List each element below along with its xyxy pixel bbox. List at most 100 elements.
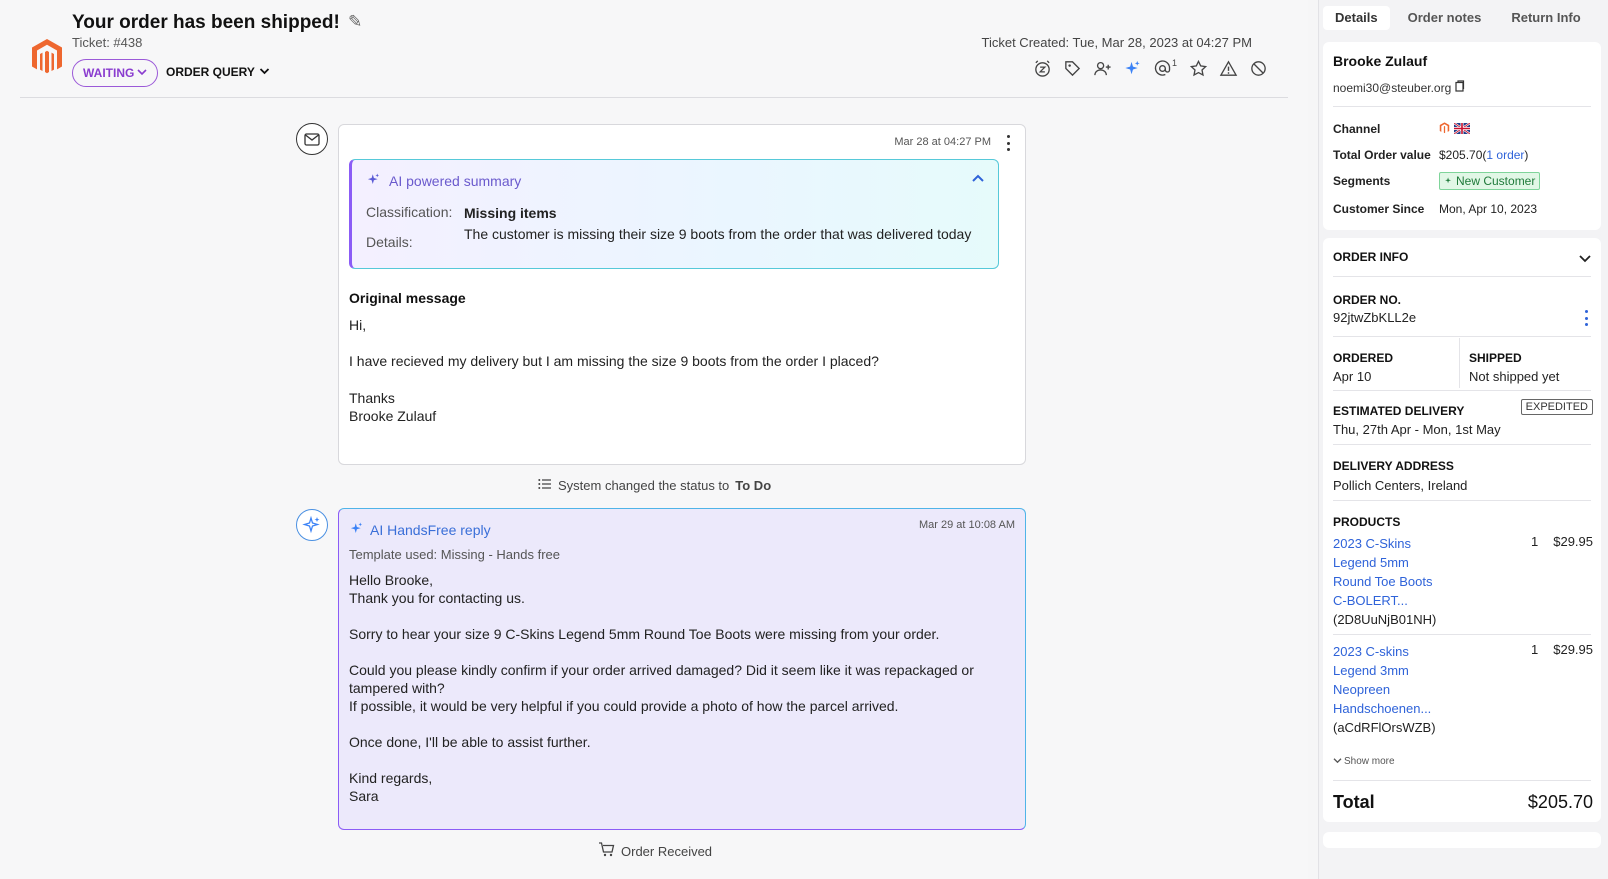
block-icon[interactable]	[1248, 58, 1268, 78]
channel-label: Channel	[1333, 122, 1381, 136]
ai-reply-header: AI HandsFree reply	[349, 521, 491, 539]
chevron-up-icon[interactable]	[972, 172, 984, 187]
original-message-heading: Original message	[349, 290, 466, 306]
customer-since-value: Mon, Apr 10, 2023	[1439, 202, 1538, 216]
warning-icon[interactable]	[1218, 58, 1238, 78]
mention-icon[interactable]: 1	[1152, 58, 1178, 78]
ai-reply-card: AI HandsFree reply Mar 29 at 10:08 AM Te…	[338, 508, 1026, 830]
customer-details-panel: Brooke Zulauf noemi30@steuber.org Channe…	[1323, 42, 1601, 230]
reply-line: Kind regards,	[349, 770, 433, 786]
product-name-line: C-BOLERT...	[1333, 593, 1408, 608]
order-no-label: ORDER NO.	[1333, 293, 1402, 307]
tab-order-notes[interactable]: Order notes	[1396, 6, 1494, 30]
query-type-dropdown[interactable]: ORDER QUERY	[166, 65, 270, 79]
channel-value	[1439, 121, 1471, 137]
product-qty: 1	[1531, 642, 1539, 657]
delivery-address-label: DELIVERY ADDRESS	[1333, 459, 1454, 473]
product-name-line: Legend 3mm	[1333, 663, 1409, 678]
ai-sparkle-icon	[366, 172, 381, 190]
details-label: Details:	[366, 234, 413, 250]
product-price: $29.95	[1553, 534, 1593, 549]
product-sku: (2D8UuNjB01NH)	[1333, 612, 1437, 627]
star-icon[interactable]	[1188, 58, 1208, 78]
order-received-event: Order Received	[598, 842, 712, 860]
product-name-line: Legend 5mm	[1333, 555, 1409, 570]
system-status-event: System changed the status to To Do	[538, 478, 771, 493]
order-options-icon[interactable]	[1583, 310, 1589, 326]
product-name-line: 2023 C-Skins	[1333, 536, 1412, 551]
ai-summary-header[interactable]: AI powered summary	[366, 172, 521, 190]
product-item[interactable]: 2023 C-Skins Legend 5mm Round Toe Boots …	[1333, 534, 1453, 629]
chevron-down-icon	[259, 65, 270, 79]
ticket-created-date: Ticket Created: Tue, Mar 28, 2023 at 04:…	[981, 35, 1253, 50]
customer-email: noemi30@steuber.org	[1333, 80, 1452, 95]
message-line: Hi,	[349, 317, 367, 333]
product-name-line: Round Toe Boots	[1333, 574, 1433, 589]
new-customer-badge: New Customer	[1439, 172, 1541, 190]
customer-sidebar: Details Order notes Return Info Brooke Z…	[1318, 0, 1608, 879]
ticket-number: Ticket: #438	[72, 35, 143, 50]
classification-value: Missing items	[464, 205, 557, 221]
order-info-panel: ORDER INFO ORDER NO. 92jtwZbKLL2e ORDERE…	[1323, 238, 1601, 822]
show-more-button[interactable]: Show more	[1333, 756, 1395, 767]
sparkle-icon	[1444, 174, 1453, 188]
product-name-line: Handschoenen...	[1333, 701, 1432, 716]
total-order-value-label: Total Order value	[1333, 148, 1431, 162]
order-total-label: Total	[1333, 792, 1375, 812]
status-label: WAITING	[83, 65, 135, 80]
ai-agent-avatar-icon	[296, 509, 328, 541]
snooze-icon[interactable]	[1032, 58, 1052, 78]
system-event-text: System changed the status to	[558, 478, 730, 493]
delivery-address-link[interactable]: Pollich Centers, Ireland	[1333, 478, 1467, 493]
email-channel-icon	[296, 123, 328, 155]
tab-details[interactable]: Details	[1323, 6, 1390, 30]
copy-icon[interactable]	[1455, 80, 1465, 95]
chevron-down-icon[interactable]	[1579, 250, 1591, 268]
segments-label: Segments	[1333, 174, 1391, 188]
ai-reply-title: AI HandsFree reply	[370, 522, 491, 538]
order-info-title: ORDER INFO	[1333, 250, 1409, 264]
ordered-label: ORDERED	[1333, 351, 1394, 365]
segments-value: New Customer	[1439, 172, 1541, 190]
ticket-header: Your order has been shipped! ✎ Ticket: #…	[20, 0, 1288, 98]
details-value: The customer is missing their size 9 boo…	[464, 226, 972, 242]
message-line: Thanks	[349, 390, 395, 406]
order-number: 92jtwZbKLL2e	[1333, 310, 1417, 325]
product-price: $29.95	[1553, 642, 1593, 657]
customer-email-row: noemi30@steuber.org	[1333, 80, 1465, 95]
tag-icon[interactable]	[1062, 58, 1082, 78]
status-dropdown[interactable]: WAITING	[72, 59, 159, 87]
tab-return-info[interactable]: Return Info	[1499, 6, 1592, 30]
customer-message-card: Mar 28 at 04:27 PM AI powered summary Cl…	[338, 124, 1026, 465]
ticket-toolbar: 1	[1032, 58, 1268, 78]
edit-title-icon[interactable]: ✎	[348, 12, 362, 32]
magento-logo-icon	[30, 38, 64, 76]
reply-line: Sorry to hear your size 9 C-Skins Legend…	[349, 626, 940, 642]
product-name-line: Neopreen	[1333, 682, 1391, 697]
more-options-icon[interactable]	[1005, 135, 1011, 151]
ticket-main: Your order has been shipped! ✎ Ticket: #…	[0, 0, 1308, 879]
products-label: PRODUCTS	[1333, 515, 1401, 529]
uk-flag-icon	[1453, 121, 1471, 137]
ai-sparkle-icon[interactable]	[1122, 58, 1142, 78]
product-item[interactable]: 2023 C-skins Legend 3mm Neopreen Handsch…	[1333, 642, 1453, 737]
total-order-amount: $205.70	[1439, 148, 1483, 162]
message-timestamp: Mar 28 at 04:27 PM	[894, 136, 991, 148]
reply-line: Thank you for contacting us.	[349, 590, 525, 606]
assign-user-icon[interactable]	[1092, 58, 1112, 78]
collapsed-panel	[1323, 832, 1601, 848]
total-order-value: $205.70(1 order)	[1439, 148, 1529, 162]
message-line: I have recieved my delivery but I am mis…	[349, 353, 879, 369]
product-name-line: 2023 C-skins	[1333, 644, 1409, 659]
show-more-label: Show more	[1344, 756, 1395, 767]
mention-count: 1	[1171, 58, 1177, 68]
classification-label: Classification:	[366, 204, 453, 220]
customer-name: Brooke Zulauf	[1333, 53, 1428, 69]
estimated-delivery-value: Thu, 27th Apr - Mon, 1st May	[1333, 422, 1501, 437]
segment-name: New Customer	[1456, 174, 1536, 188]
orders-link[interactable]: 1 order	[1486, 148, 1524, 162]
chevron-down-icon	[137, 61, 147, 86]
ai-sparkle-icon	[349, 521, 364, 539]
message-line: Brooke Zulauf	[349, 408, 437, 424]
ai-summary-panel: AI powered summary Classification: Missi…	[349, 159, 999, 269]
